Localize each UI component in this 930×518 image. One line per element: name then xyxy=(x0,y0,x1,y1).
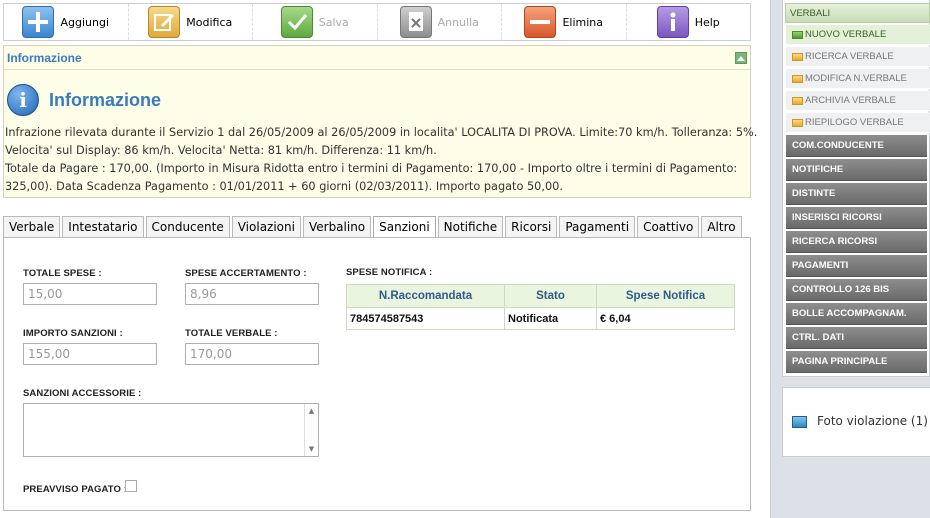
table-cell: 784574587543 xyxy=(346,307,505,330)
sanzioni-accessorie-label: SANZIONI ACCESSORIE : xyxy=(23,388,142,399)
info-line: Totale da Pagare : 170,00. (Importo in M… xyxy=(5,162,738,175)
tab-sanzioni[interactable]: Sanzioni xyxy=(373,216,436,237)
scroll-down-icon[interactable]: ▼ xyxy=(309,445,314,453)
delete-button[interactable]: Elimina xyxy=(502,4,627,40)
table-cell: Notificata xyxy=(504,307,597,330)
tab-verbalino[interactable]: Verbalino xyxy=(302,216,372,237)
info-line: 325,00). Data Scadenza Pagamento : 01/01… xyxy=(5,180,563,193)
tab-conducente[interactable]: Conducente xyxy=(145,216,230,237)
info-line: Velocita' sul Display: 86 km/h. Velocita… xyxy=(5,144,437,157)
info-title: Informazione xyxy=(49,89,162,110)
sanzioni-accessorie-textarea[interactable]: ▲ ▼ xyxy=(23,403,319,457)
help-button[interactable]: Help xyxy=(627,4,751,40)
sidebar-item-notifiche[interactable]: NOTIFICHE xyxy=(786,159,927,181)
sidebar-item-label: MODIFICA N.VERBALE xyxy=(805,73,907,84)
sidebar-item-ricerca-ricorsi[interactable]: RICERCA RICORSI xyxy=(786,231,927,253)
check-icon xyxy=(280,6,313,38)
cancel-button-label: Annulla xyxy=(437,15,479,29)
column-header: Stato xyxy=(504,284,597,308)
preavviso-label: PREAVVISO PAGATO : xyxy=(23,484,128,495)
edit-button-label: Modifica xyxy=(186,15,233,29)
column-header: N.Raccomandata xyxy=(346,284,505,308)
importo-sanzioni-label: IMPORTO SANZIONI : xyxy=(23,328,123,339)
textarea-scrollbar[interactable]: ▲ ▼ xyxy=(304,404,318,456)
importo-sanzioni-field[interactable]: 155,00 xyxy=(23,343,157,365)
info-line: Infrazione rilevata durante il Servizio … xyxy=(5,126,758,139)
tab-verbale[interactable]: Verbale xyxy=(3,216,61,237)
info-circle-icon: i xyxy=(7,84,39,116)
sidebar-item-label: NUOVO VERBALE xyxy=(805,29,887,40)
sidebar-item-pagina-principale[interactable]: PAGINA PRINCIPALE xyxy=(786,351,927,373)
sidebar-item-inserisci-ricorsi[interactable]: INSERISCI RICORSI xyxy=(786,207,927,229)
sanzioni-panel: TOTALE SPESE : 15,00 SPESE ACCERTAMENTO … xyxy=(3,237,751,511)
foto-violazione-panel: Foto violazione (1) xyxy=(782,387,930,457)
add-button[interactable]: Aggiungi xyxy=(4,4,129,40)
save-button[interactable]: Salva xyxy=(253,4,378,40)
photo-icon[interactable] xyxy=(792,416,807,428)
scroll-up-icon[interactable]: ▲ xyxy=(309,407,314,415)
totale-spese-label: TOTALE SPESE : xyxy=(23,268,102,279)
folder-icon xyxy=(792,52,803,61)
sidebar-section-verbali[interactable]: VERBALI xyxy=(785,3,930,23)
tab-violazioni[interactable]: Violazioni xyxy=(231,216,301,237)
cancel-button[interactable]: Annulla xyxy=(378,4,502,40)
edit-icon xyxy=(148,6,181,38)
save-button-label: Salva xyxy=(318,15,349,29)
table-row[interactable]: 784574587543 Notificata € 6,04 xyxy=(346,307,735,330)
spese-accertamento-label: SPESE ACCERTAMENTO : xyxy=(185,268,307,279)
totale-verbale-label: TOTALE VERBALE : xyxy=(185,328,278,339)
sidebar-item-ricerca-verbale[interactable]: RICERCA VERBALE xyxy=(786,47,930,67)
spese-notifica-table: N.Raccomandata Stato Spese Notifica 7845… xyxy=(346,284,735,330)
minus-icon xyxy=(524,6,557,38)
tab-intestatario[interactable]: Intestatario xyxy=(62,216,144,237)
tab-pagamenti[interactable]: Pagamenti xyxy=(559,216,636,237)
info-text: Infrazione rilevata durante il Servizio … xyxy=(4,118,758,196)
sidebar-item-pagamenti[interactable]: PAGAMENTI xyxy=(786,255,927,277)
sidebar-item-riepilogo-verbale[interactable]: RIEPILOGO VERBALE xyxy=(786,113,930,133)
info-panel: Informazione i Informazione Infrazione r… xyxy=(3,45,758,198)
info-panel-header-title: Informazione xyxy=(7,50,82,65)
collapse-icon[interactable] xyxy=(735,51,747,64)
info-panel-header: Informazione xyxy=(4,46,750,70)
plus-icon xyxy=(22,6,55,38)
totale-verbale-field[interactable]: 170,00 xyxy=(185,343,319,365)
delete-button-label: Elimina xyxy=(562,15,604,29)
sidebar-item-nuovo-verbale[interactable]: NUOVO VERBALE xyxy=(786,25,930,45)
tab-altro[interactable]: Altro xyxy=(701,216,742,237)
tab-notifiche[interactable]: Notifiche xyxy=(437,216,504,237)
folder-icon xyxy=(792,118,803,127)
column-header: Spese Notifica xyxy=(596,284,735,308)
add-button-label: Aggiungi xyxy=(60,15,110,29)
spese-accertamento-field[interactable]: 8,96 xyxy=(185,283,319,305)
sidebar-item-bolle-accompagnam[interactable]: BOLLE ACCOMPAGNAM. xyxy=(786,303,927,325)
sidebar-item-com-conducente[interactable]: COM.CONDUCENTE xyxy=(786,135,927,157)
spese-notifica-label: SPESE NOTIFICA : xyxy=(346,267,433,278)
folder-icon xyxy=(792,96,803,105)
cancel-document-icon xyxy=(399,6,432,38)
sidebar-item-label: ARCHIVIA VERBALE xyxy=(805,95,896,106)
totale-spese-field[interactable]: 15,00 xyxy=(23,283,157,305)
table-cell: € 6,04 xyxy=(596,307,735,330)
folder-icon xyxy=(792,74,803,83)
folder-icon xyxy=(792,30,803,39)
sidebar-item-archivia-verbale[interactable]: ARCHIVIA VERBALE xyxy=(786,91,930,111)
sidebar-item-controllo-126-bis[interactable]: CONTROLLO 126 BIS xyxy=(786,279,927,301)
tab-ricorsi[interactable]: Ricorsi xyxy=(505,216,558,237)
tab-coattivo[interactable]: Coattivo xyxy=(637,216,700,237)
edit-button[interactable]: Modifica xyxy=(129,4,253,40)
toolbar: Aggiungi Modifica Salva Annulla Elimina … xyxy=(3,3,751,41)
info-title-row: i Informazione xyxy=(4,70,750,118)
foto-violazione-link[interactable]: Foto violazione (1) xyxy=(817,414,928,428)
sidebar-item-modifica-verbale[interactable]: MODIFICA N.VERBALE xyxy=(786,69,930,89)
preavviso-checkbox[interactable] xyxy=(125,480,137,492)
sidebar-item-ctrl-dati[interactable]: CTRL. DATI xyxy=(786,327,927,349)
help-button-label: Help xyxy=(694,15,720,29)
sidebar-item-distinte[interactable]: DISTINTE xyxy=(786,183,927,205)
sidebar-item-label: RIEPILOGO VERBALE xyxy=(805,117,904,128)
info-icon xyxy=(656,6,689,38)
sidebar-item-label: RICERCA VERBALE xyxy=(805,51,894,62)
table-header-row: N.Raccomandata Stato Spese Notifica xyxy=(346,284,735,308)
tab-bar: Verbale Intestatario Conducente Violazio… xyxy=(3,216,744,237)
